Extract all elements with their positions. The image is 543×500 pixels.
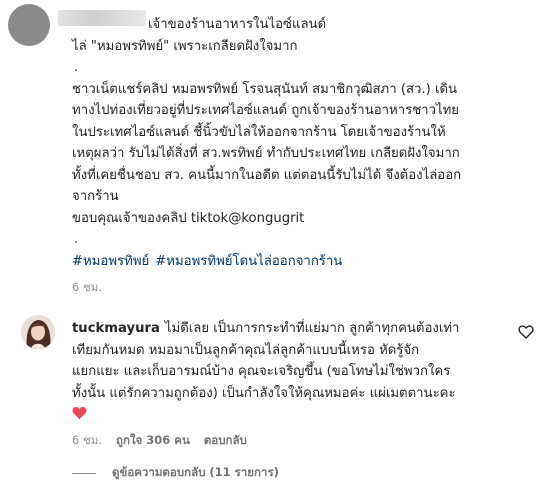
heart-icon <box>72 406 87 428</box>
hashtag-line: #หมอพรทิพย์ #หมอพรทิพย์โดนไล่ออกจากร้าน <box>72 251 532 273</box>
commenter-username[interactable]: tuckmayura <box>72 321 160 336</box>
commenter-avatar[interactable] <box>21 315 55 349</box>
hashtag-link[interactable]: #หมอพรทิพย์โดนไล่ออกจากร้าน <box>155 254 342 269</box>
likes-count[interactable]: ถูกใจ 306 คน <box>116 433 190 447</box>
post-author-avatar[interactable] <box>8 4 50 46</box>
comment-line: ทั้งนั้น แต่รักความถูกต้อง) เป็นกำลังใจใ… <box>72 385 456 401</box>
view-replies-label: ดูข้อความตอบกลับ (11 รายการ) <box>112 465 279 479</box>
view-replies-button[interactable]: ดูข้อความตอบกลับ (11 รายการ) <box>72 464 279 482</box>
caption-line: . <box>74 60 79 75</box>
avatar-photo <box>21 315 55 349</box>
caption-line: ทั้งที่เคยชื่นชอบ สว. คนนี้มากในอดีต แต่… <box>72 167 462 183</box>
comment-text: ไม่ดีเลย เป็นการกระทำที่แย่มาก ลูกค้าทุก… <box>164 321 460 336</box>
comments-panel: เจ้าของร้านอาหารในไอซ์แลนด์ ไล่ "หมอพรทิ… <box>0 0 543 500</box>
reply-button[interactable]: ตอบกลับ <box>204 433 247 447</box>
caption-line: ขอบคุณเจ้าของคลิป tiktok@kongugrit <box>72 210 305 226</box>
comment-meta: 6 ชม. ถูกใจ 306 คน ตอบกลับ <box>72 432 261 450</box>
caption-line: ทางไปท่องเที่ยวอยู่ที่ประเทศไอซ์แลนด์ ถู… <box>72 103 460 118</box>
hashtag-link[interactable]: #หมอพรทิพย์ <box>72 254 149 269</box>
caption-line: จากร้าน <box>72 189 119 204</box>
post-caption: เจ้าของร้านอาหารในไอซ์แลนด์ ไล่ "หมอพรทิ… <box>72 14 532 272</box>
comment-timestamp[interactable]: 6 ชม. <box>72 433 102 447</box>
caption-line: เหตุผลว่า รับไม่ได้สิ่งที่ สว.พรทิพย์ ทำ… <box>72 146 460 161</box>
comment-line: เทียมกันหมด หมอมาเป็นลูกค้าคุณไล่ลูกค้าแ… <box>72 342 420 358</box>
caption-line: . <box>74 232 79 247</box>
comment-emoji-line <box>72 404 512 428</box>
caption-line: ในประเทศไอซ์แลนด์ ชี้นิ้วขับไล่ให้ออกจาก… <box>72 124 446 140</box>
caption-line: ไล่ "หมอพรทิพย์" เพราะเกลียดฝังใจมาก <box>72 38 298 54</box>
caption-line: ชาวเน็ตแชร์คลิป หมอพรทิพย์ โรจนสุนันท์ ส… <box>72 81 458 97</box>
comment-line: แยกแยะ และเก็บอารมณ์บ้าง คุณจะเจริญขึ้น … <box>72 364 451 379</box>
post-timestamp[interactable]: 6 ชม. <box>72 279 102 297</box>
replies-divider <box>72 472 96 474</box>
comment-line: tuckmayura ไม่ดีเลย เป็นการกระทำที่แย่มาก… <box>72 318 512 340</box>
heart-outline-icon <box>518 325 534 339</box>
comment-body: tuckmayura ไม่ดีเลย เป็นการกระทำที่แย่มาก… <box>72 318 512 428</box>
caption-line: เจ้าของร้านอาหารในไอซ์แลนด์ <box>148 17 327 32</box>
like-comment-button[interactable] <box>518 324 534 340</box>
